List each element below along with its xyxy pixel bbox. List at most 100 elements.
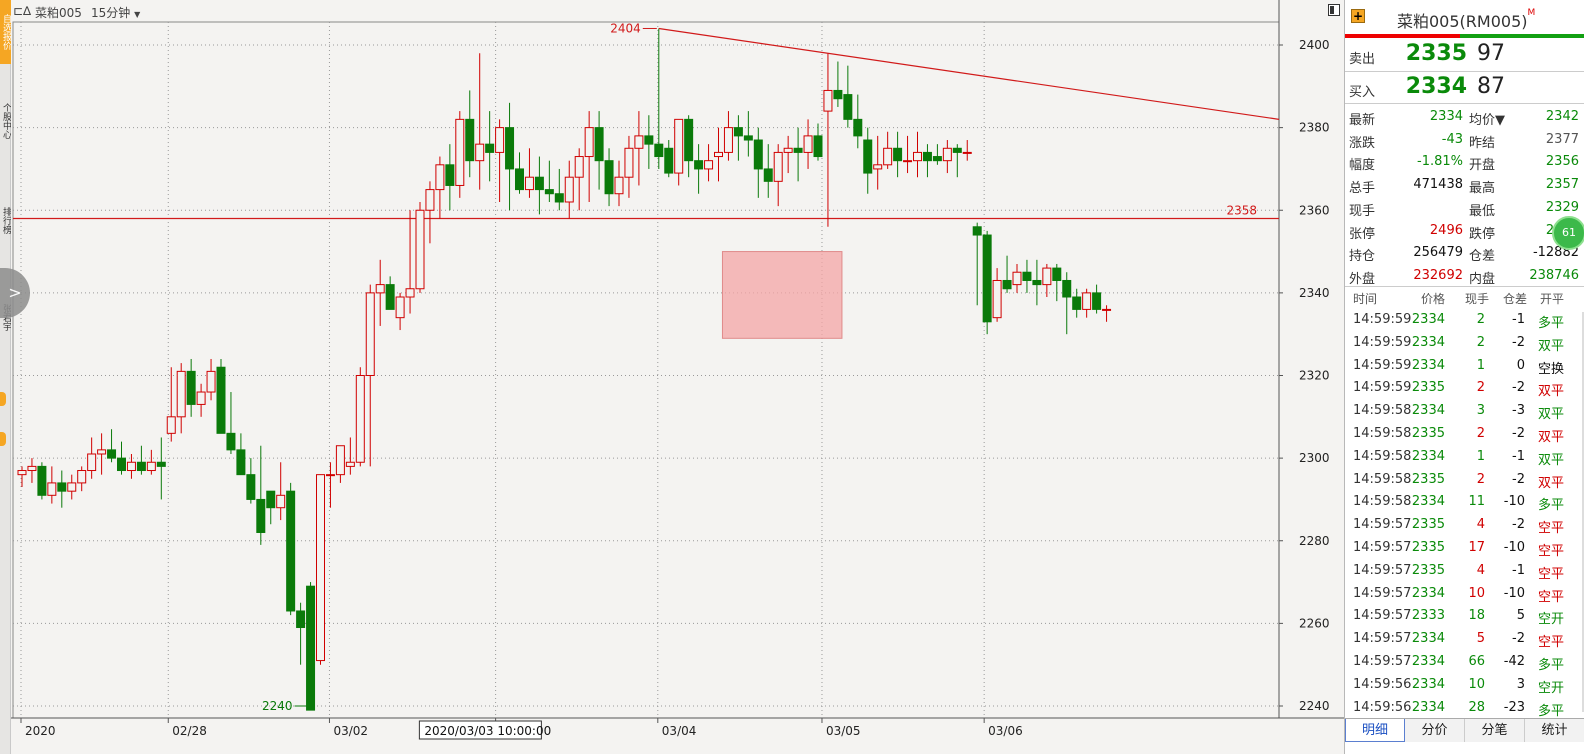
candle[interactable] [236, 449, 246, 476]
candle[interactable] [385, 284, 395, 310]
candle[interactable] [355, 375, 365, 463]
candle[interactable] [873, 164, 883, 170]
left-tab-quotes-label[interactable]: 自选报价 [0, 2, 11, 62]
left-tab-ranking[interactable]: 排行榜 [0, 198, 11, 242]
candle[interactable] [495, 127, 505, 153]
candle[interactable] [1052, 267, 1062, 281]
candle[interactable] [813, 135, 823, 158]
candle[interactable] [783, 147, 793, 153]
candle[interactable] [1072, 296, 1082, 310]
trade-row[interactable]: 14:59:58 2334 1 -1 双平 [1345, 445, 1584, 468]
candle[interactable] [435, 164, 445, 191]
chart-symbol[interactable]: 菜粕005 [35, 4, 82, 21]
candle[interactable] [57, 482, 67, 492]
candle[interactable] [644, 135, 654, 145]
candle[interactable] [365, 292, 375, 376]
candle[interactable] [534, 176, 544, 191]
period-label[interactable]: 15分钟 [91, 6, 130, 20]
candle[interactable] [922, 151, 932, 162]
candle[interactable] [445, 164, 455, 186]
candle[interactable] [992, 279, 1002, 319]
candle[interactable] [156, 461, 166, 467]
candle[interactable] [107, 449, 117, 459]
candle[interactable] [77, 470, 87, 484]
left-indicator-1[interactable] [0, 392, 6, 406]
candle[interactable] [455, 118, 465, 186]
left-tab-stock-center[interactable]: 个股中心 [0, 96, 11, 146]
trade-row[interactable]: 14:59:57 2333 18 5 空开 [1345, 604, 1584, 627]
candle[interactable] [505, 127, 515, 170]
candle[interactable] [136, 461, 146, 472]
trade-row[interactable]: 14:59:57 2335 4 -2 空平 [1345, 513, 1584, 536]
candle[interactable] [325, 474, 335, 477]
notification-badge[interactable]: 61 [1552, 216, 1584, 250]
candle[interactable] [176, 370, 186, 418]
dropdown-icon[interactable]: ▼ [134, 10, 140, 19]
trade-row[interactable]: 14:59:56 2334 28 -23 多平 [1345, 696, 1584, 719]
candle[interactable] [206, 370, 216, 393]
candle[interactable] [126, 461, 136, 472]
candle[interactable] [803, 135, 813, 153]
candle[interactable] [893, 147, 903, 162]
candle[interactable] [634, 135, 644, 149]
candle[interactable] [524, 176, 534, 191]
candle[interactable] [345, 461, 355, 467]
candle[interactable] [286, 490, 296, 612]
trade-row[interactable]: 14:59:57 2334 5 -2 空平 [1345, 627, 1584, 650]
candle[interactable] [952, 147, 962, 153]
trade-row[interactable]: 14:59:58 2335 2 -2 双平 [1345, 422, 1584, 445]
candle[interactable] [166, 416, 176, 434]
candle[interactable] [843, 94, 853, 120]
trade-row[interactable]: 14:59:59 2334 2 -1 多平 [1345, 308, 1584, 331]
candle[interactable] [296, 610, 306, 629]
candle[interactable] [704, 160, 714, 170]
tab-detail[interactable]: 明细 [1345, 719, 1405, 742]
trade-row[interactable]: 14:59:59 2335 2 -2 双平 [1345, 376, 1584, 399]
trade-row[interactable]: 14:59:58 2334 3 -3 双平 [1345, 399, 1584, 422]
candle[interactable] [604, 160, 614, 195]
candle[interactable] [1012, 271, 1022, 286]
candle[interactable] [316, 474, 325, 662]
candle[interactable] [913, 151, 922, 162]
candle[interactable] [793, 147, 803, 153]
trade-row[interactable]: 14:59:56 2334 10 3 空开 [1345, 673, 1584, 696]
candle[interactable] [853, 118, 863, 137]
candle[interactable] [763, 168, 773, 182]
candle[interactable] [684, 118, 694, 162]
candle[interactable] [694, 160, 704, 170]
kline-chart[interactable]: 2240 2260 2280 2300 2320 2340 2360 2380 2400 2020… [11, 0, 1344, 754]
candle[interactable] [883, 147, 893, 166]
candle[interactable] [544, 189, 554, 195]
kline-chart-svg[interactable]: 2240 2260 2280 2300 2320 2340 2360 2380 2400 2020… [11, 0, 1344, 754]
candle[interactable] [614, 176, 624, 195]
candle[interactable] [405, 288, 415, 298]
candle[interactable] [863, 139, 873, 174]
candle[interactable] [942, 147, 952, 162]
candle[interactable] [972, 226, 982, 236]
candle[interactable] [425, 189, 435, 211]
candle[interactable] [335, 445, 345, 476]
highlight-box[interactable] [721, 251, 843, 339]
candle[interactable] [465, 118, 475, 162]
candle[interactable] [17, 470, 27, 476]
tab-price-dist[interactable]: 分价 [1405, 719, 1465, 742]
candle[interactable] [554, 193, 564, 203]
candle[interactable] [664, 147, 674, 174]
trade-row[interactable]: 14:59:57 2334 10 -10 空平 [1345, 582, 1584, 605]
candle[interactable] [375, 284, 385, 294]
candle[interactable] [515, 168, 524, 191]
candle[interactable] [1002, 279, 1012, 290]
add-watchlist-icon[interactable]: + [1351, 9, 1365, 23]
candle[interactable] [485, 143, 495, 153]
trade-row[interactable]: 14:59:57 2335 4 -1 空平 [1345, 559, 1584, 582]
candle[interactable] [733, 127, 743, 137]
candle[interactable] [216, 366, 226, 434]
candle[interactable] [903, 160, 913, 163]
candle[interactable] [67, 482, 77, 492]
candle[interactable] [146, 461, 156, 472]
period-selector[interactable]: 15分钟 ▼ [91, 4, 140, 21]
candle[interactable] [1082, 292, 1092, 310]
candle[interactable] [594, 127, 604, 162]
candle[interactable] [773, 151, 783, 182]
candle[interactable] [1042, 267, 1052, 286]
